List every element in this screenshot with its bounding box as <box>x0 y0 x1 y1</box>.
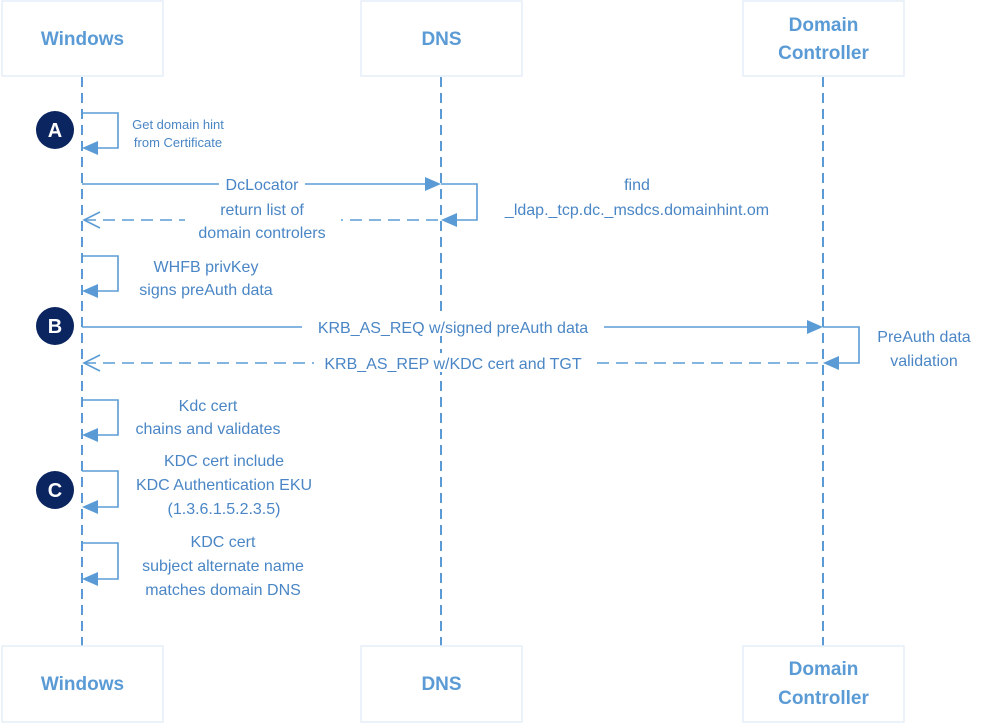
message-krb-as-rep: KRB_AS_REP w/KDC cert and TGT <box>82 353 823 373</box>
kdc-chain-line2: chains and validates <box>136 421 281 438</box>
krb-as-req-label: KRB_AS_REQ w/signed preAuth data <box>318 320 588 337</box>
actor-dc-bottom: Domain Controller <box>742 645 905 723</box>
message-return-list: return list of domain controlers <box>82 200 441 242</box>
arrowhead-icon <box>82 141 98 155</box>
kdc-san-line3: matches domain DNS <box>145 582 301 599</box>
actor-dc-label-bottom-line1: Domain <box>789 659 859 680</box>
message-find-ldap: find _ldap._tcp.dc._msdcs.domainhint.om <box>441 177 769 227</box>
return-list-line2: domain controlers <box>198 225 325 242</box>
actor-dc-label-line2: Controller <box>778 43 869 64</box>
kdc-eku-line3: (1.3.6.1.5.2.3.5) <box>168 501 281 518</box>
kdc-chain-line1: Kdc cert <box>179 398 238 415</box>
message-kdc-eku: KDC cert include KDC Authentication EKU … <box>82 453 312 518</box>
arrowhead-icon <box>823 356 839 370</box>
actor-windows-label-bottom: Windows <box>41 674 124 695</box>
arrowhead-icon <box>425 177 441 191</box>
badge-c: C <box>36 471 74 509</box>
message-get-domain-hint: Get domain hint from Certificate <box>82 112 224 155</box>
actor-dc-top: Domain Controller <box>742 0 905 77</box>
actor-windows-top: Windows <box>1 0 164 77</box>
actor-dc-label-line1: Domain <box>789 15 859 36</box>
arrowhead-icon <box>441 213 457 227</box>
kdc-eku-line2: KDC Authentication EKU <box>136 477 312 494</box>
find-ldap-line1: find <box>624 177 650 194</box>
message-kdc-chain: Kdc cert chains and validates <box>82 398 280 442</box>
badge-a: A <box>36 111 74 149</box>
dclocator-label: DcLocator <box>226 177 300 194</box>
sequence-diagram: Windows DNS Domain Controller Windows DN… <box>1 0 971 723</box>
kdc-eku-line1: KDC cert include <box>164 453 284 470</box>
arrowhead-icon <box>82 500 98 514</box>
actor-dc-label-bottom-line2: Controller <box>778 688 869 709</box>
whfb-sign-line1: WHFB privKey <box>154 259 259 276</box>
message-whfb-sign: WHFB privKey signs preAuth data <box>82 255 273 299</box>
kdc-san-line1: KDC cert <box>191 534 256 551</box>
arrowhead-icon <box>82 284 98 298</box>
krb-as-rep-label: KRB_AS_REP w/KDC cert and TGT <box>324 356 582 373</box>
return-list-line1: return list of <box>220 202 304 219</box>
kdc-san-line2: subject alternate name <box>142 558 304 575</box>
actor-windows-label: Windows <box>41 29 124 50</box>
arrowhead-icon <box>82 428 98 442</box>
find-ldap-line2: _ldap._tcp.dc._msdcs.domainhint.om <box>504 202 769 219</box>
actor-dns-top: DNS <box>360 0 523 77</box>
actor-dns-label: DNS <box>421 29 461 50</box>
preauth-validation-line2: validation <box>890 353 958 370</box>
get-domain-hint-line1: Get domain hint <box>132 117 224 132</box>
actor-windows-bottom: Windows <box>1 645 164 723</box>
message-preauth-validation: PreAuth data validation <box>823 326 971 370</box>
get-domain-hint-line2: from Certificate <box>134 135 222 150</box>
badge-c-letter: C <box>48 480 62 502</box>
message-kdc-san: KDC cert subject alternate name matches … <box>82 534 304 599</box>
actor-dns-label-bottom: DNS <box>421 674 461 695</box>
badge-b: B <box>36 307 74 345</box>
message-dclocator: DcLocator <box>82 174 441 194</box>
arrowhead-icon <box>807 320 823 334</box>
whfb-sign-line2: signs preAuth data <box>139 282 273 299</box>
actor-dns-bottom: DNS <box>360 645 523 723</box>
preauth-validation-line1: PreAuth data <box>877 329 971 346</box>
badge-a-letter: A <box>48 120 62 142</box>
arrowhead-icon <box>82 572 98 586</box>
badge-b-letter: B <box>48 316 62 338</box>
message-krb-as-req: KRB_AS_REQ w/signed preAuth data <box>82 317 823 337</box>
